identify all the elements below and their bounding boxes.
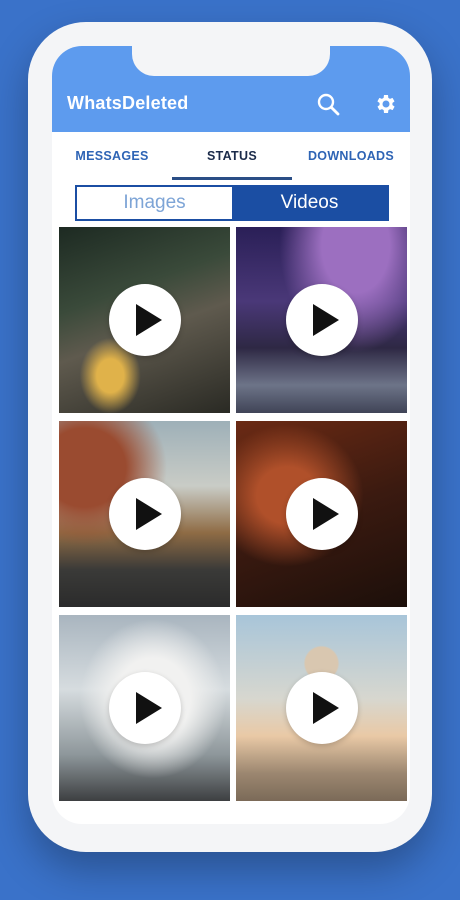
video-grid xyxy=(59,227,407,817)
phone-notch xyxy=(132,46,330,76)
play-icon xyxy=(135,692,162,724)
tab-messages[interactable]: MESSAGES xyxy=(52,132,172,180)
play-button[interactable] xyxy=(285,478,358,550)
active-tab-indicator xyxy=(172,177,292,180)
video-thumbnail[interactable] xyxy=(59,615,230,801)
play-icon xyxy=(135,304,162,336)
video-thumbnail[interactable] xyxy=(59,421,230,607)
tab-downloads[interactable]: DOWNLOADS xyxy=(292,132,410,180)
play-icon xyxy=(312,692,339,724)
search-icon xyxy=(317,93,340,116)
media-type-toggle: Images Videos xyxy=(75,185,389,221)
settings-button[interactable] xyxy=(372,90,400,118)
video-thumbnail[interactable] xyxy=(236,615,407,801)
tab-status[interactable]: STATUS xyxy=(172,132,292,180)
search-button[interactable] xyxy=(314,90,342,118)
play-button[interactable] xyxy=(108,478,181,550)
app-screen: WhatsDeleted MESSAGES STATUS DOWNLOADS I… xyxy=(52,46,410,824)
play-icon xyxy=(312,498,339,530)
video-thumbnail[interactable] xyxy=(236,421,407,607)
play-button[interactable] xyxy=(108,284,181,356)
gear-icon xyxy=(377,95,395,113)
play-icon xyxy=(312,304,339,336)
app-title: WhatsDeleted xyxy=(67,93,189,113)
play-button[interactable] xyxy=(285,672,358,744)
video-thumbnail[interactable] xyxy=(59,227,230,413)
videos-toggle-button[interactable]: Videos xyxy=(232,187,387,219)
video-thumbnail[interactable] xyxy=(236,227,407,413)
tab-bar: MESSAGES STATUS DOWNLOADS xyxy=(52,132,410,180)
play-icon xyxy=(135,498,162,530)
play-button[interactable] xyxy=(108,672,181,744)
play-button[interactable] xyxy=(285,284,358,356)
images-toggle-button[interactable]: Images xyxy=(77,187,232,219)
